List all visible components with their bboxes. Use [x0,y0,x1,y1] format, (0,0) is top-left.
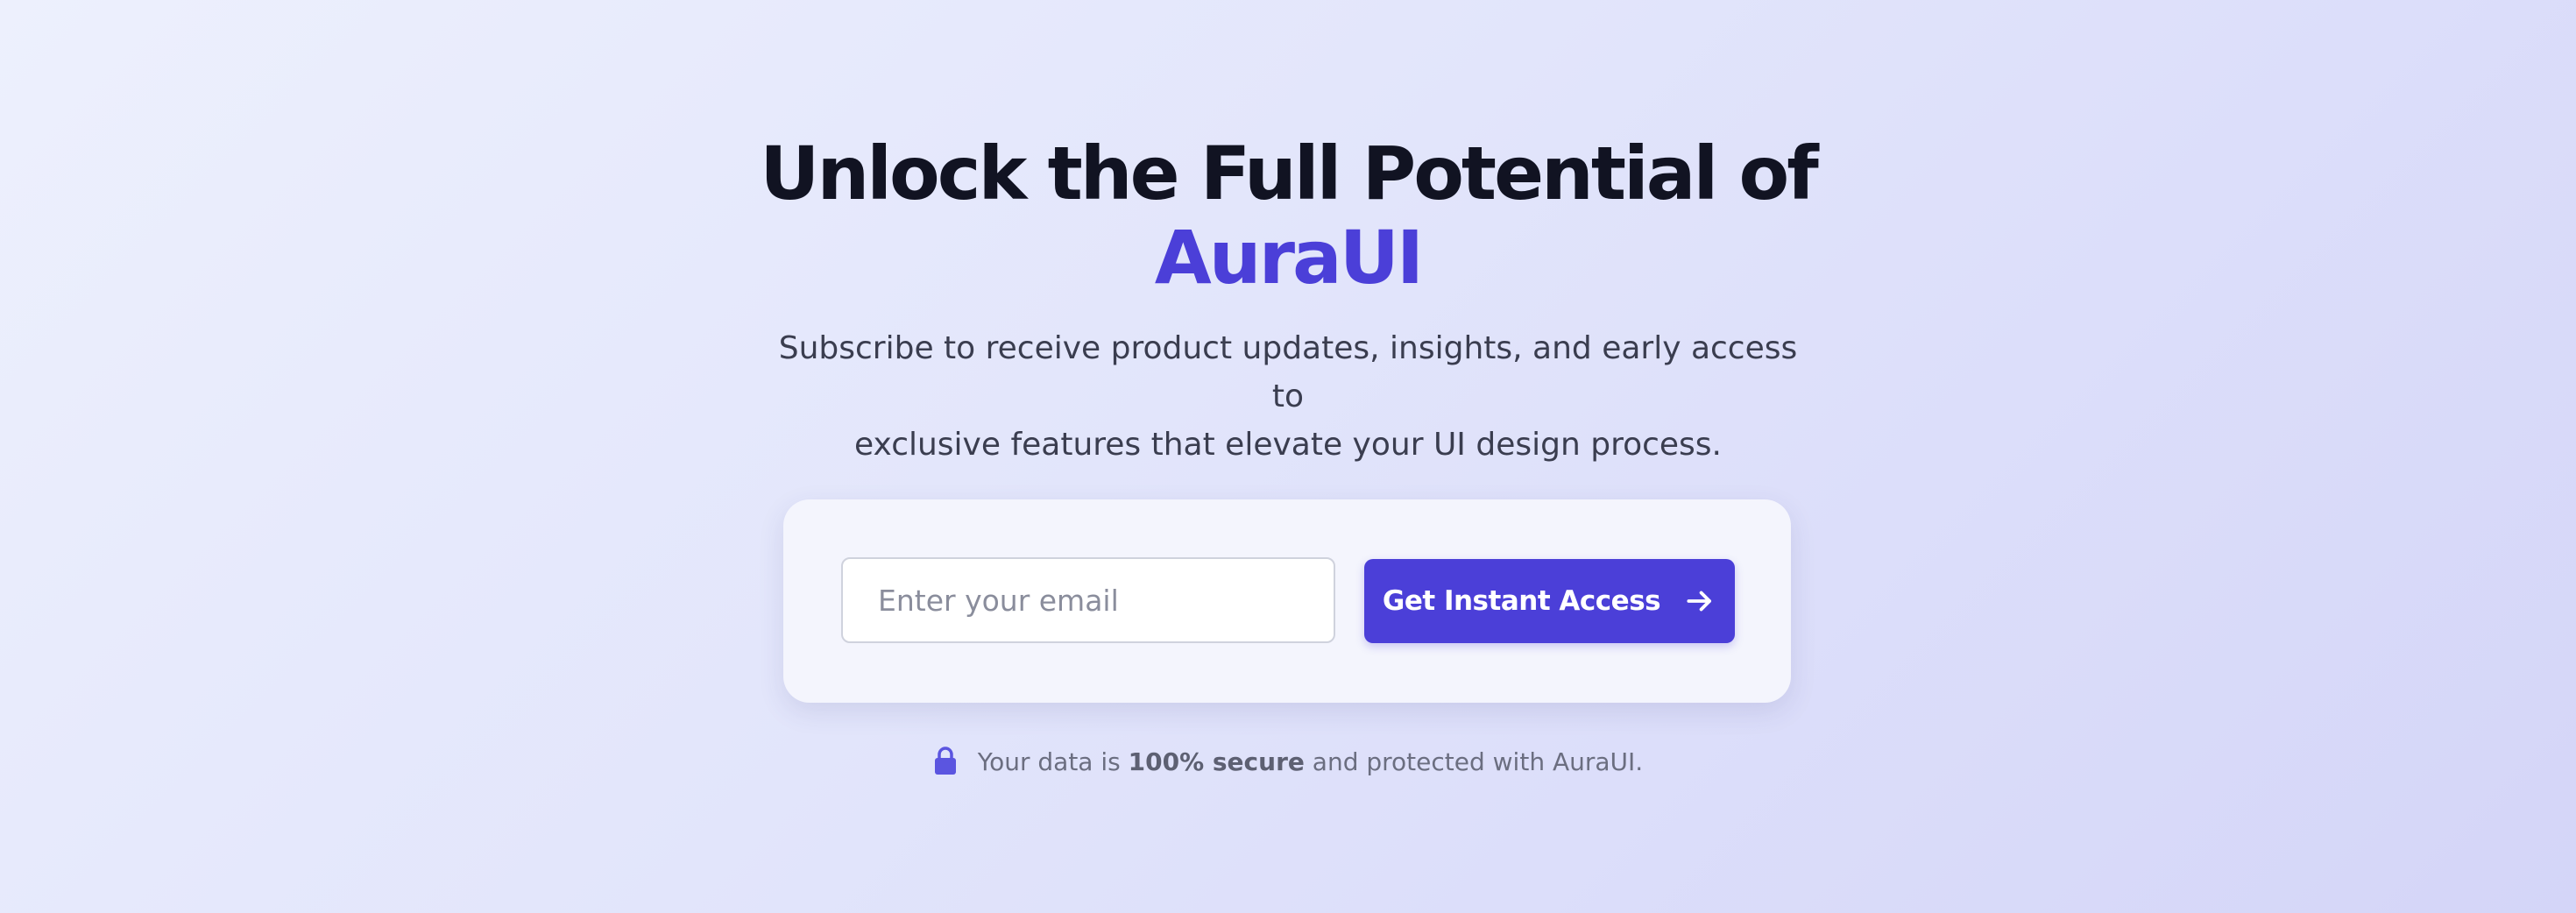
get-instant-access-button[interactable]: Get Instant Access [1364,559,1735,643]
page-title: Unlock the Full Potential of AuraUI [0,131,2576,300]
page-subtitle: Subscribe to receive product updates, in… [771,324,1805,469]
subtitle-line-2: exclusive features that elevate your UI … [854,427,1722,463]
headline-text: Unlock the Full Potential of [760,131,1819,216]
get-instant-access-label: Get Instant Access [1382,585,1661,617]
security-note-suffix: and protected with AuraUI. [1312,747,1644,776]
subscribe-page: Unlock the Full Potential of AuraUI Subs… [0,0,2576,913]
subscribe-form-card: Get Instant Access [783,499,1791,703]
security-note-prefix: Your data is [977,747,1121,776]
hero-section: Unlock the Full Potential of AuraUI Subs… [0,131,2576,469]
security-note-emphasis: 100% secure [1128,747,1305,776]
email-field[interactable] [841,557,1335,643]
subtitle-line-1: Subscribe to receive product updates, in… [778,330,1798,414]
brand-name: AuraUI [1154,215,1424,301]
security-note: Your data is 100% secure and protected w… [0,743,2576,782]
lock-icon [933,746,958,775]
arrow-right-icon [1683,584,1716,618]
